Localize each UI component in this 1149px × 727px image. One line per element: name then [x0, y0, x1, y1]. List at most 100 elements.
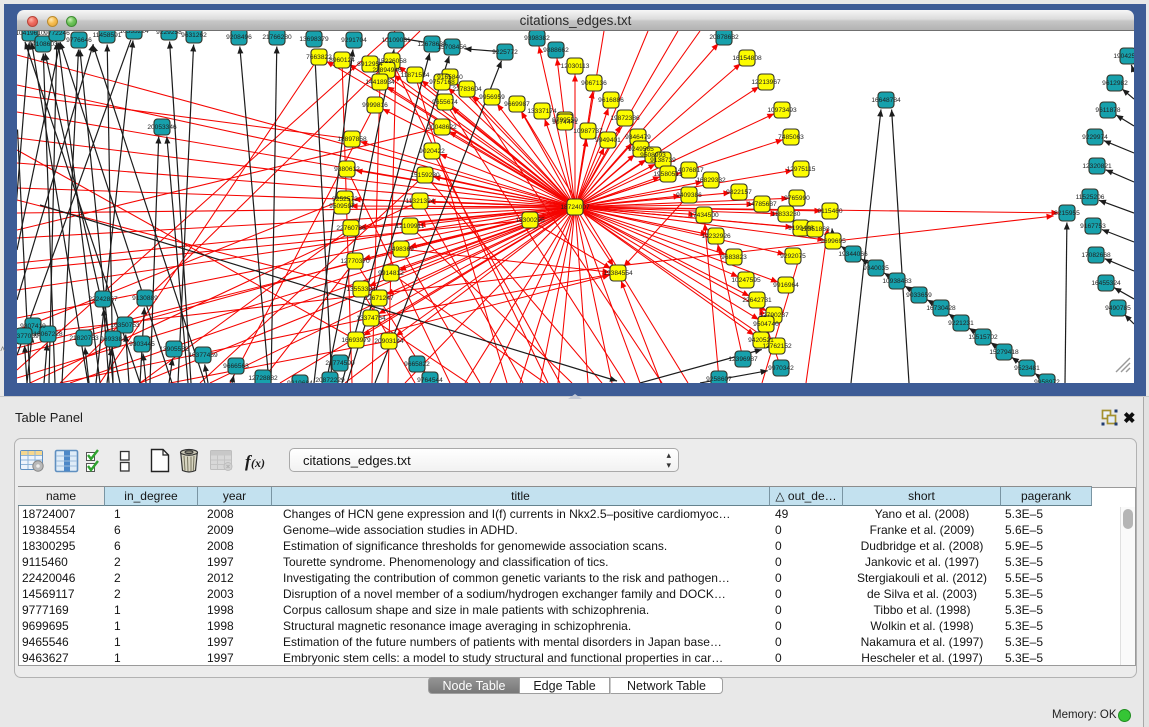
svg-text:16067228: 16067228 — [33, 331, 63, 338]
svg-text:11321324: 11321324 — [406, 198, 435, 205]
svg-text:9699695: 9699695 — [820, 238, 846, 245]
svg-text:9033659: 9033659 — [906, 292, 932, 299]
svg-text:9303445: 9303445 — [129, 341, 155, 348]
svg-text:12109911: 12109911 — [396, 223, 425, 230]
svg-text:13374754: 13374754 — [356, 315, 386, 322]
svg-text:15226058: 15226058 — [377, 58, 407, 65]
svg-text:8960124: 8960124 — [329, 57, 355, 64]
svg-text:9409386: 9409386 — [676, 192, 702, 199]
svg-text:11871534: 11871534 — [401, 72, 430, 79]
svg-text:9611878: 9611878 — [1095, 107, 1121, 114]
svg-text:9020422: 9020422 — [419, 148, 445, 155]
svg-text:9067136: 9067136 — [581, 80, 607, 87]
svg-text:9776646: 9776646 — [66, 37, 92, 44]
svg-text:12351868: 12351868 — [800, 226, 830, 233]
svg-text:9665822: 9665822 — [404, 361, 430, 368]
svg-text:22894946: 22894946 — [372, 67, 402, 74]
svg-text:9219684: 9219684 — [287, 380, 313, 383]
svg-text:12396987: 12396987 — [728, 356, 758, 363]
svg-text:9888662: 9888662 — [543, 47, 569, 54]
svg-text:9693384: 9693384 — [100, 336, 126, 343]
svg-text:21820753: 21820753 — [69, 335, 99, 342]
svg-text:7485063: 7485063 — [778, 134, 804, 141]
svg-text:10987737: 10987737 — [573, 128, 603, 135]
svg-text:9115460: 9115460 — [817, 208, 843, 215]
svg-text:11525206: 11525206 — [1076, 194, 1105, 201]
svg-text:19515702: 19515702 — [968, 334, 998, 341]
svg-text:16648784: 16648784 — [871, 97, 901, 104]
svg-text:9523481: 9523481 — [1014, 365, 1040, 372]
svg-text:9616886: 9616886 — [598, 97, 624, 104]
svg-text:9999816: 9999816 — [362, 102, 388, 109]
svg-text:9764544: 9764544 — [417, 377, 443, 383]
svg-text:9292075: 9292075 — [780, 253, 806, 260]
svg-text:22671247: 22671247 — [364, 295, 394, 302]
svg-text:9208496: 9208496 — [226, 34, 252, 41]
svg-text:12790237: 12790237 — [759, 312, 789, 319]
svg-text:18724007: 18724007 — [560, 204, 590, 211]
svg-text:12762152: 12762152 — [762, 343, 792, 350]
svg-text:9757168: 9757168 — [429, 79, 455, 86]
svg-text:13337174: 13337174 — [527, 108, 557, 115]
svg-text:19344066: 19344066 — [838, 251, 868, 258]
svg-text:9229974: 9229974 — [1082, 134, 1108, 141]
svg-text:14418934: 14418934 — [365, 79, 395, 86]
svg-text:10973493: 10973493 — [767, 107, 797, 114]
svg-text:20903144: 20903144 — [374, 338, 404, 345]
svg-text:9138739: 9138739 — [650, 157, 676, 164]
svg-text:16730428: 16730428 — [926, 305, 956, 312]
svg-text:9291704: 9291704 — [341, 37, 367, 44]
svg-text:9914812: 9914812 — [378, 270, 404, 277]
svg-text:21766280: 21766280 — [262, 34, 292, 41]
svg-text:9221231: 9221231 — [948, 320, 974, 327]
svg-text:20878682: 20878682 — [709, 34, 739, 41]
svg-text:9509597: 9509597 — [329, 203, 355, 210]
svg-text:17434500: 17434500 — [689, 212, 719, 219]
svg-text:9956959: 9956959 — [479, 94, 505, 101]
svg-text:14108603: 14108603 — [28, 41, 58, 48]
svg-text:9130889: 9130889 — [132, 295, 158, 302]
svg-text:12030113: 12030113 — [561, 63, 590, 70]
svg-text:9490785: 9490785 — [1105, 305, 1131, 312]
svg-text:17082668: 17082668 — [1081, 252, 1111, 259]
svg-text:11458591: 11458591 — [93, 32, 122, 39]
svg-text:16693979: 16693979 — [341, 337, 371, 344]
svg-text:16377459: 16377459 — [188, 352, 218, 359]
svg-text:16154808: 16154808 — [732, 55, 762, 62]
svg-text:22242867: 22242867 — [88, 296, 118, 303]
svg-text:9225772: 9225772 — [492, 49, 518, 56]
svg-text:19384554: 19384554 — [603, 270, 633, 277]
svg-text:9252572: 9252572 — [332, 196, 358, 203]
svg-text:9380612: 9380612 — [334, 166, 360, 173]
svg-text:9683823: 9683823 — [721, 254, 747, 261]
svg-text:14785687: 14785687 — [747, 201, 777, 208]
svg-text:10533224: 10533224 — [119, 31, 149, 35]
svg-text:12320821: 12320821 — [1082, 163, 1112, 170]
svg-text:21774590: 21774590 — [325, 360, 355, 367]
svg-text:15159230: 15159230 — [410, 172, 440, 179]
svg-text:9631262: 9631262 — [181, 32, 207, 39]
svg-text:9970342: 9970342 — [768, 365, 794, 372]
svg-text:10247595: 10247595 — [731, 277, 761, 284]
svg-text:9666563: 9666563 — [223, 363, 249, 370]
svg-text:9669987: 9669987 — [504, 101, 530, 108]
svg-text:9074441: 9074441 — [552, 119, 578, 126]
svg-text:18897858: 18897858 — [337, 136, 367, 143]
svg-text:14076817: 14076817 — [674, 167, 704, 174]
svg-text:13905582: 13905582 — [159, 346, 189, 353]
svg-text:22642731: 22642731 — [742, 297, 772, 304]
svg-text:9398382: 9398382 — [524, 35, 550, 42]
svg-text:10109031: 10109031 — [381, 37, 411, 44]
svg-text:9229258: 9229258 — [156, 31, 182, 36]
svg-text:22783604: 22783604 — [452, 86, 482, 93]
svg-text:13553384: 13553384 — [346, 286, 376, 293]
svg-text:15708456: 15708456 — [437, 44, 467, 51]
svg-text:22760786: 22760786 — [336, 225, 366, 232]
svg-text:9167753: 9167753 — [1080, 223, 1106, 230]
svg-text:20872229: 20872229 — [315, 377, 345, 383]
svg-text:13698379: 13698379 — [299, 36, 329, 43]
svg-text:9916964: 9916964 — [773, 282, 799, 289]
svg-text:9765990: 9765990 — [784, 195, 810, 202]
svg-text:9504740: 9504740 — [753, 321, 779, 328]
svg-text:19042538: 19042538 — [1113, 53, 1134, 60]
